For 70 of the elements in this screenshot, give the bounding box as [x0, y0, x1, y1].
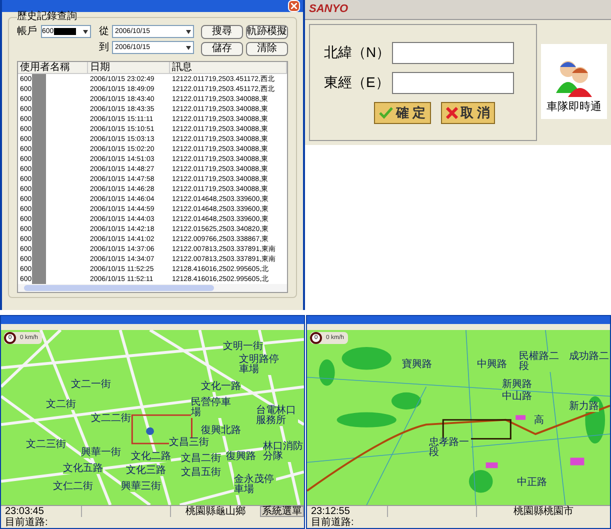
scrollbar-thumb[interactable]	[24, 285, 214, 291]
cross-icon	[446, 106, 458, 118]
column-header[interactable]: 日期	[88, 62, 170, 73]
input-field[interactable]	[392, 72, 514, 94]
dropdown-arrow-icon	[83, 30, 88, 34]
map-label: 成功路二	[569, 352, 609, 362]
date-label: 從	[98, 26, 109, 36]
date-label: 到	[98, 42, 109, 52]
map-label: 寶興路	[402, 360, 432, 370]
dropdown-arrow-icon	[186, 46, 191, 50]
map-label: 文化二路	[131, 452, 171, 462]
dialog-button[interactable]: 清除	[246, 42, 288, 56]
dropdown-arrow-icon	[186, 30, 191, 34]
redaction-block	[54, 28, 76, 35]
coordinate-label: 東經（E）	[324, 73, 386, 92]
clock-text: 23:03:45	[4, 506, 45, 516]
map-label: 高	[534, 416, 544, 426]
map-label: 忠孝路一段	[429, 438, 471, 458]
map-label: 興華一街	[81, 448, 121, 458]
map-label: 中正路	[517, 478, 547, 488]
map-label: 民權路二段	[519, 352, 561, 372]
dialog-button[interactable]: 軌跡模擬	[246, 25, 288, 39]
map-label: 新興路	[502, 380, 532, 390]
location-text: 桃園縣桃園市	[512, 506, 574, 516]
map-label: 文明一街	[223, 342, 263, 352]
map-label: 金永茂停車場	[234, 475, 276, 495]
people-icon	[554, 58, 594, 96]
location-text: 桃園縣龜山鄉	[184, 506, 246, 516]
brand-logo: SANYO	[309, 2, 348, 18]
map-label: 文昌三街	[169, 438, 209, 448]
current-road-label: 目前道路:	[4, 518, 48, 528]
column-header[interactable]: 使用者名稱	[18, 62, 88, 73]
redaction-block	[32, 74, 46, 84]
map-label: 文二三街	[26, 440, 66, 450]
map-label: 新力路	[569, 402, 599, 412]
map-label: 文二街	[46, 400, 76, 410]
cancel-button[interactable]: 取 消	[440, 102, 496, 124]
map-label: 文昌二街	[181, 454, 221, 464]
dialog-button[interactable]: 儲存	[201, 42, 243, 56]
account-label: 帳戶	[17, 27, 37, 37]
close-icon	[291, 3, 297, 9]
map-label: 台電林口服務所	[256, 406, 298, 426]
system-menu-button[interactable]: 系統選單	[260, 506, 304, 517]
map-label: 文二二街	[91, 414, 131, 424]
map-label: 林口消防分隊	[263, 442, 304, 462]
column-header[interactable]: 訊息	[170, 62, 287, 73]
map-label: 中興路	[477, 360, 507, 370]
map-label: 民營停車場	[191, 398, 233, 418]
map-label: 復興北路	[201, 426, 241, 436]
current-road-label: 目前道路:	[310, 518, 354, 528]
map-label: 文昌五街	[181, 468, 221, 478]
checkmark-icon	[379, 106, 393, 118]
map-label: 文二一街	[71, 380, 111, 390]
map-label: 復興路	[226, 452, 256, 462]
close-button[interactable]	[288, 0, 300, 12]
map-label: 文化一路	[201, 382, 241, 392]
input-field[interactable]	[392, 42, 514, 64]
map-label: 興華三街	[121, 482, 161, 492]
map-label: 文化五路	[63, 464, 103, 474]
redaction-block	[32, 274, 46, 284]
map-label: 文明路停車場	[239, 355, 281, 375]
map-label: 文化三路	[126, 466, 166, 476]
map-label: 中山路	[502, 392, 532, 402]
map-label: 文仁二街	[53, 482, 93, 492]
dialog-button[interactable]: 搜尋	[201, 25, 243, 39]
fleet-button[interactable]: 車隊即時通	[541, 44, 607, 119]
confirm-button[interactable]: 確 定	[374, 102, 431, 124]
group-title: 歷史記錄查詢	[17, 12, 77, 22]
clock-text: 23:12:55	[310, 506, 351, 516]
coordinate-label: 北緯（N）	[324, 43, 386, 62]
